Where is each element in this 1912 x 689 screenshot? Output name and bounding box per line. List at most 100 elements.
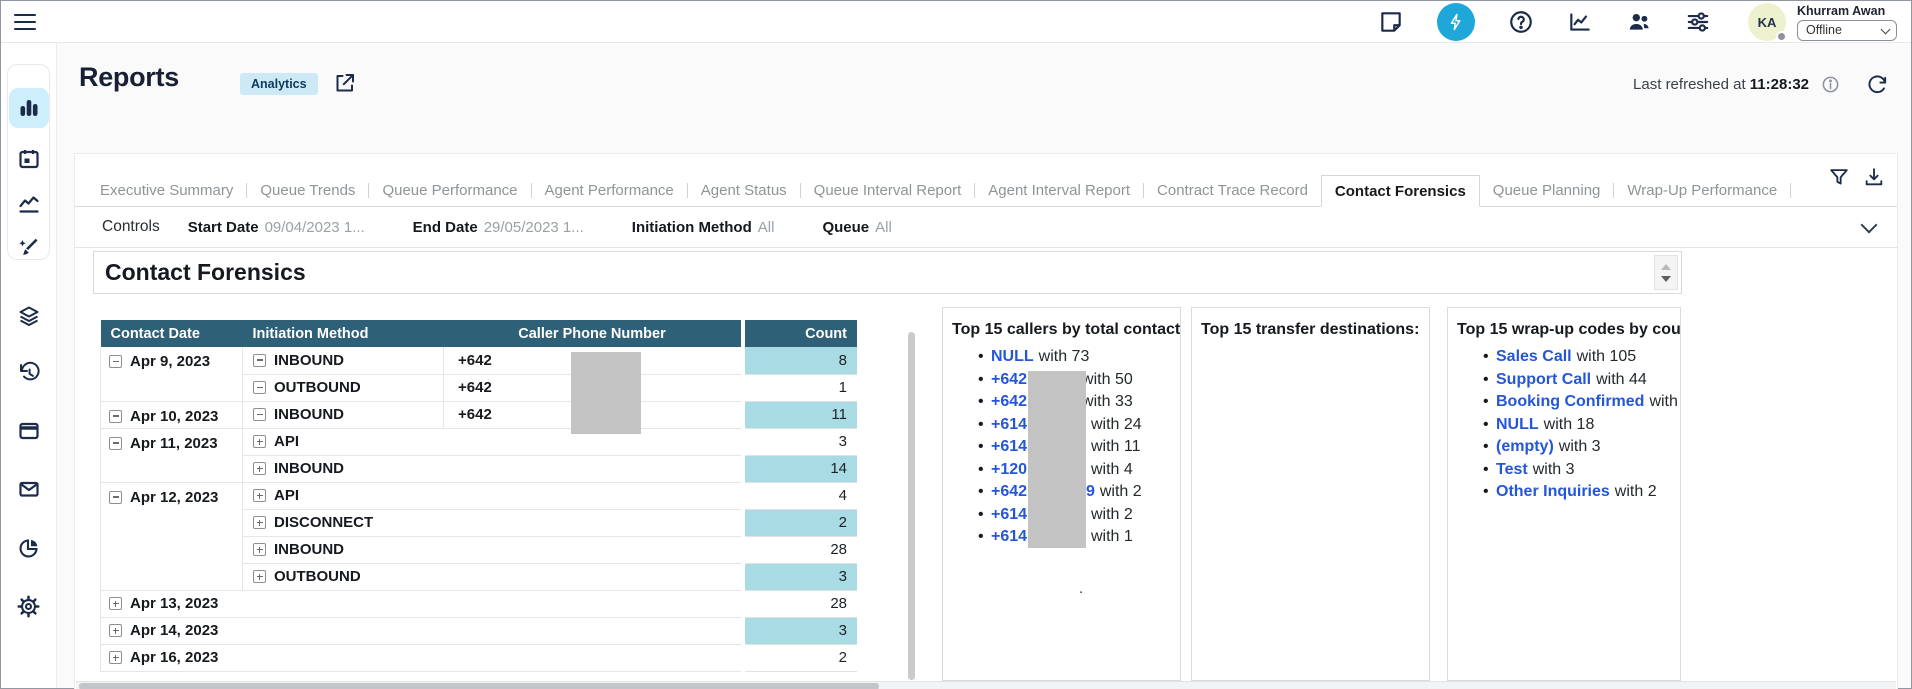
count-cell: 28 [745,590,857,617]
wrap-up-code-link[interactable]: Booking Confirmed [1496,393,1644,410]
collapse-toggle-icon[interactable] [253,381,266,394]
notes-icon[interactable] [1378,9,1404,35]
tab-agent-status[interactable]: Agent Status [688,175,800,206]
status-dot [1776,31,1787,42]
help-icon[interactable] [1508,9,1534,35]
collapse-toggle-icon[interactable] [253,354,266,367]
caller-link[interactable]: +614 [991,506,1027,523]
expand-toggle-icon[interactable] [109,651,122,664]
table-vertical-scrollbar[interactable] [908,332,915,680]
tab-queue-planning[interactable]: Queue Planning [1480,175,1614,206]
table-row: Apr 16, 2023 [101,644,741,671]
last-refreshed-text: Last refreshed at 11:28:32 [1633,76,1809,93]
tab-queue-interval-report[interactable]: Queue Interval Report [801,175,975,206]
collapse-toggle-icon[interactable] [109,437,122,450]
tab-executive-summary[interactable]: Executive Summary [87,175,246,206]
caller-link[interactable]: NULL [991,348,1034,365]
caller-link[interactable]: +642 [991,393,1027,410]
tab-contract-trace-record[interactable]: Contract Trace Record [1144,175,1321,206]
table-row: Apr 13, 2023 [101,590,741,617]
sidebar-item-browser[interactable] [9,411,49,451]
sidebar-item-dashboards[interactable] [9,88,49,128]
control-start-date[interactable]: Start Date09/04/2023 1... [188,219,365,236]
caller-count: with 1 [1091,528,1133,545]
refresh-icon[interactable] [1866,73,1889,96]
collapse-toggle-icon[interactable] [253,408,266,421]
wrap-up-code-link[interactable]: Sales Call [1496,348,1572,365]
sidebar-item-pie-reports[interactable] [9,528,49,568]
table-row: Apr 11, 2023 API [101,428,741,455]
caller-count: with 73 [1039,348,1090,365]
wrap-up-count: with 25 [1649,393,1681,410]
info-icon[interactable] [1821,75,1840,94]
caller-link[interactable]: +642 [991,371,1027,388]
expand-toggle-icon[interactable] [253,570,266,583]
sidebar-item-mail[interactable] [9,469,49,509]
expand-toggle-icon[interactable] [253,543,266,556]
tab-agent-performance[interactable]: Agent Performance [532,175,687,206]
sidebar-item-design[interactable] [9,229,49,269]
metrics-chart-icon[interactable] [1567,9,1593,35]
tab-wrap-up-performance[interactable]: Wrap-Up Performance [1614,175,1790,206]
wrap-up-code-link[interactable]: Support Call [1496,371,1591,388]
tab-contact-forensics[interactable]: Contact Forensics [1321,175,1480,207]
caller-link[interactable]: +614 [991,416,1027,433]
sidebar-item-layers[interactable] [9,296,49,336]
user-avatar[interactable]: KA [1748,3,1786,41]
controls-collapse-chevron-icon[interactable] [1861,217,1878,234]
spinner-down-icon[interactable] [1661,276,1671,282]
boost-lightning-icon[interactable] [1437,3,1475,41]
caller-link[interactable]: +614 [991,438,1027,455]
hamburger-menu-icon[interactable] [14,14,36,30]
analytics-badge: Analytics [240,73,318,95]
agent-status-select[interactable]: Offline [1797,20,1897,41]
caller-link[interactable]: +120 [991,461,1027,478]
horizontal-scrollbar-thumb[interactable] [79,683,879,689]
controls-label: Controls [102,218,160,236]
control-initiation-method[interactable]: Initiation MethodAll [632,219,775,236]
caller-count: with 33 [1082,393,1133,410]
date-cell: Apr 16, 2023 [130,649,218,666]
user-info: Khurram Awan Offline [1797,4,1897,41]
expand-toggle-icon[interactable] [109,624,122,637]
date-cell: Apr 10, 2023 [130,408,218,425]
control-end-date[interactable]: End Date29/05/2023 1... [413,219,584,236]
tab-queue-performance[interactable]: Queue Performance [369,175,530,206]
refresh-status: Last refreshed at 11:28:32 [1633,73,1889,96]
users-icon[interactable] [1626,9,1652,35]
expand-toggle-icon[interactable] [253,435,266,448]
page-header: Reports Analytics Last refreshed at 11:2… [57,43,1911,115]
horizontal-scrollbar-track[interactable] [76,681,1896,689]
collapse-toggle-icon[interactable] [109,410,122,423]
sidebar-item-analytics[interactable] [9,184,49,224]
top-transfer-destinations-panel: Top 15 transfer destinations: [1191,307,1430,681]
method-cell: INBOUND [274,460,344,477]
expand-toggle-icon[interactable] [253,516,266,529]
caller-count: with 24 [1091,416,1142,433]
wrap-up-count: with 2 [1615,483,1657,500]
external-link-icon[interactable] [333,71,357,95]
caller-link[interactable]: +642 [991,483,1027,500]
wrap-up-code-link[interactable]: NULL [1496,416,1539,433]
tab-queue-trends[interactable]: Queue Trends [247,175,368,206]
col-header-contact-date: Contact Date [101,320,243,347]
expand-toggle-icon[interactable] [253,489,266,502]
tab-agent-interval-report[interactable]: Agent Interval Report [975,175,1143,206]
section-titlebar: Contact Forensics [93,251,1682,294]
collapse-toggle-icon[interactable] [109,355,122,368]
caller-link[interactable]: +614 [991,528,1027,545]
wrap-up-code-link[interactable]: Other Inquiries [1496,483,1610,500]
expand-toggle-icon[interactable] [253,462,266,475]
count-cell: 4 [745,482,857,509]
sidebar-item-history[interactable] [9,353,49,393]
collapse-toggle-icon[interactable] [109,491,122,504]
sliders-settings-icon[interactable] [1685,9,1711,35]
sidebar-item-settings-gear-icon[interactable] [9,586,49,626]
expand-toggle-icon[interactable] [109,597,122,610]
wrap-up-code-link[interactable]: (empty) [1496,438,1554,455]
wrap-up-code-link[interactable]: Test [1496,461,1528,478]
control-queue[interactable]: QueueAll [822,219,891,236]
panel-heading: Top 15 wrap-up codes by count: [1457,321,1672,339]
spinner-up-icon[interactable] [1661,264,1671,270]
sidebar-item-schedule[interactable] [9,139,49,179]
